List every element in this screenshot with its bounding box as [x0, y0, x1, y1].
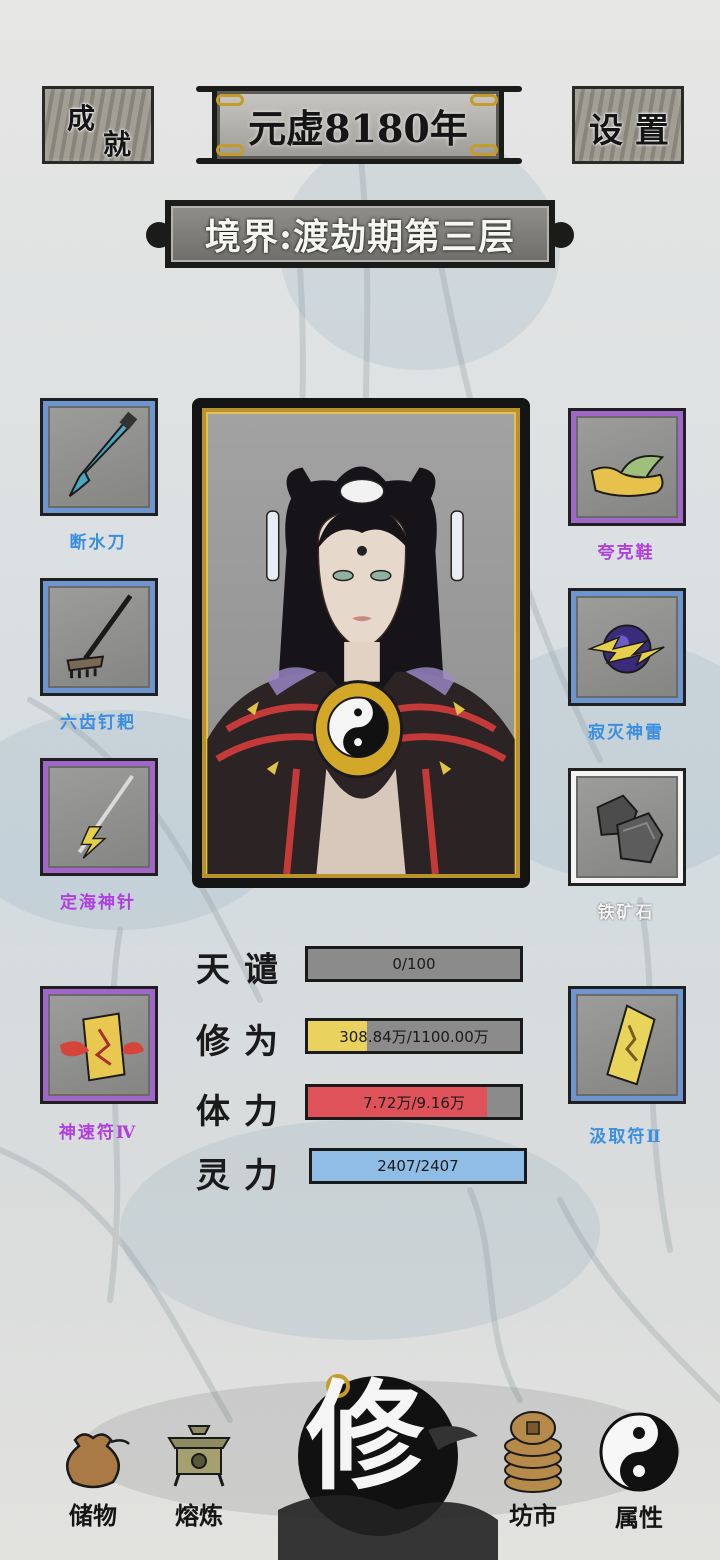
realm-text: 境界:渡劫期第三层 — [204, 216, 516, 258]
equip-label-left-2: 六齿钉耙 — [60, 713, 136, 733]
settings-button[interactable]: 设 置 — [572, 86, 684, 164]
nav-market-label: 坊市 — [509, 1501, 557, 1530]
equip-slot-right-3[interactable] — [568, 768, 686, 886]
talisman-icon — [59, 1012, 145, 1082]
equip-slot-left-2[interactable] — [40, 578, 158, 696]
character-portrait[interactable] — [202, 408, 520, 878]
scroll-texture — [45, 89, 151, 161]
nav-storage-label: 储物 — [69, 1501, 117, 1530]
equip-slot-left-3[interactable] — [40, 758, 158, 876]
nav-attributes-label: 属性 — [615, 1503, 663, 1532]
plaque-ornament-bottom-right — [470, 144, 498, 156]
year-title: 元虚8180年 — [248, 105, 468, 151]
stat-value-tianqian: 0/100 — [392, 955, 436, 973]
realm-plaque: 境界:渡劫期第三层 — [165, 200, 555, 268]
lightning-spear-icon — [77, 774, 134, 859]
character-portrait-frame — [192, 398, 530, 888]
stat-label-xiuwei: 修为 — [196, 1022, 292, 1062]
year-plaque: 元虚8180年 — [212, 86, 504, 164]
stat-bar-tili: 7.72万/9.16万 — [305, 1084, 523, 1120]
thunder-orb-icon — [586, 624, 665, 674]
stat-bar-tianqian: 0/100 — [305, 946, 523, 982]
rake-icon — [66, 594, 133, 679]
furnace-icon — [167, 1425, 231, 1487]
yin-yang-icon — [599, 1412, 679, 1492]
equip-label-right-4: 汲取符Ⅱ — [589, 1127, 663, 1147]
stat-bar-xiuwei: 308.84万/1100.00万 — [305, 1018, 523, 1054]
achievements-button[interactable]: 成 就 — [42, 86, 154, 164]
equip-label-left-3: 定海神针 — [60, 893, 136, 913]
plaque-ornament-top-left — [216, 94, 244, 106]
cultivate-button[interactable]: 修 — [278, 1360, 498, 1560]
stat-label-tianqian: 天谴 — [196, 950, 292, 990]
stat-label-lingli: 灵力 — [196, 1156, 292, 1196]
equip-label-right-2: 寂灭神雷 — [588, 723, 664, 743]
talisman-icon — [606, 1004, 656, 1086]
shoe-icon — [590, 454, 665, 497]
nav-smelt[interactable]: 熔炼 — [144, 1412, 254, 1531]
equip-label-left-4: 神速符Ⅳ — [58, 1123, 138, 1143]
equip-label-right-3: 铁矿石 — [597, 903, 655, 923]
nav-attributes[interactable]: 属性 — [584, 1410, 694, 1533]
equip-label-left-1: 断水刀 — [69, 533, 127, 553]
achievements-label-top: 成 — [67, 102, 96, 135]
equip-label-right-1: 夸克鞋 — [597, 543, 655, 563]
character-illustration — [207, 466, 515, 874]
coins-icon — [504, 1411, 562, 1493]
saber-icon — [68, 411, 138, 497]
iron-ore-icon — [596, 794, 664, 864]
equip-slot-right-2[interactable] — [568, 588, 686, 706]
equip-slot-left-1[interactable] — [40, 398, 158, 516]
equip-slot-right-4[interactable] — [568, 986, 686, 1104]
nav-market[interactable]: 坊市 — [478, 1408, 588, 1531]
settings-label: 设 置 — [589, 111, 669, 151]
stat-value-xiuwei: 308.84万/1100.00万 — [339, 1027, 489, 1046]
stat-label-tili: 体力 — [196, 1092, 292, 1132]
stat-bar-lingli: 2407/2407 — [309, 1148, 527, 1184]
stat-value-tili: 7.72万/9.16万 — [363, 1093, 465, 1112]
pouch-icon — [66, 1433, 130, 1489]
equip-slot-right-1[interactable] — [568, 408, 686, 526]
plaque-ornament-top-right — [470, 94, 498, 106]
achievements-label-bottom: 就 — [103, 128, 132, 161]
plaque-ornament-bottom-left — [216, 144, 244, 156]
equip-slot-left-4[interactable] — [40, 986, 158, 1104]
stat-value-lingli: 2407/2407 — [377, 1157, 459, 1175]
cultivate-label: 修 — [306, 1367, 425, 1506]
nav-smelt-label: 熔炼 — [175, 1501, 223, 1530]
nav-storage[interactable]: 储物 — [38, 1412, 148, 1531]
